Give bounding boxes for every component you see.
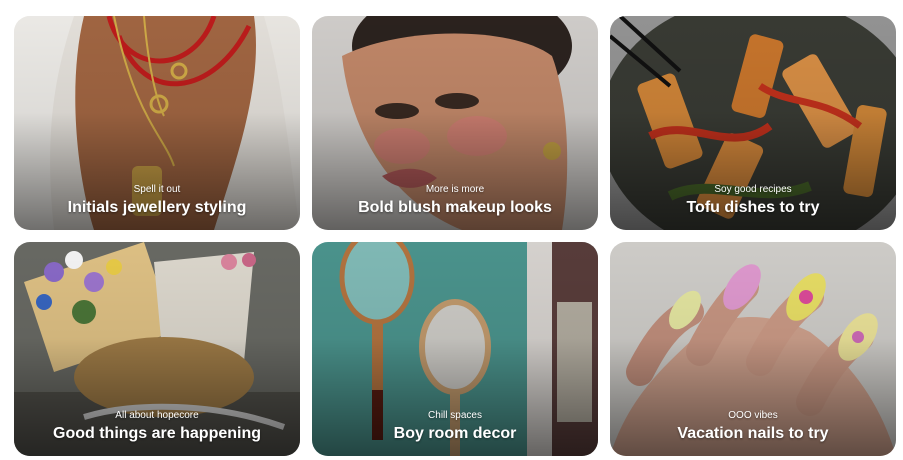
idea-card-good-things[interactable]: All about hopecore Good things are happe…	[14, 242, 300, 456]
card-caption: Soy good recipes Tofu dishes to try	[610, 183, 896, 218]
card-subtitle: Spell it out	[133, 184, 181, 195]
card-title: Boy room decor	[393, 425, 517, 442]
card-caption: OOO vibes Vacation nails to try	[610, 409, 896, 444]
idea-card-vacation-nails[interactable]: OOO vibes Vacation nails to try	[610, 242, 896, 456]
card-title: Vacation nails to try	[677, 425, 829, 442]
idea-card-boy-room-decor[interactable]: Chill spaces Boy room decor	[312, 242, 598, 456]
card-subtitle: More is more	[425, 184, 485, 195]
card-subtitle: All about hopecore	[115, 410, 199, 421]
card-title: Bold blush makeup looks	[358, 199, 552, 216]
idea-card-grid: Spell it out Initials jewellery styling …	[0, 0, 903, 460]
card-subtitle: Chill spaces	[428, 410, 482, 421]
idea-card-initials-jewellery[interactable]: Spell it out Initials jewellery styling	[14, 16, 300, 230]
idea-card-bold-blush[interactable]: More is more Bold blush makeup looks	[312, 16, 598, 230]
card-caption: Chill spaces Boy room decor	[312, 409, 598, 444]
card-title: Initials jewellery styling	[67, 199, 247, 216]
card-subtitle: OOO vibes	[728, 410, 778, 421]
card-caption: Spell it out Initials jewellery styling	[14, 183, 300, 218]
idea-card-tofu-dishes[interactable]: Soy good recipes Tofu dishes to try	[610, 16, 896, 230]
card-title: Good things are happening	[53, 425, 261, 442]
card-title: Tofu dishes to try	[686, 199, 820, 216]
card-subtitle: Soy good recipes	[714, 184, 792, 195]
card-caption: All about hopecore Good things are happe…	[14, 409, 300, 444]
card-caption: More is more Bold blush makeup looks	[312, 183, 598, 218]
